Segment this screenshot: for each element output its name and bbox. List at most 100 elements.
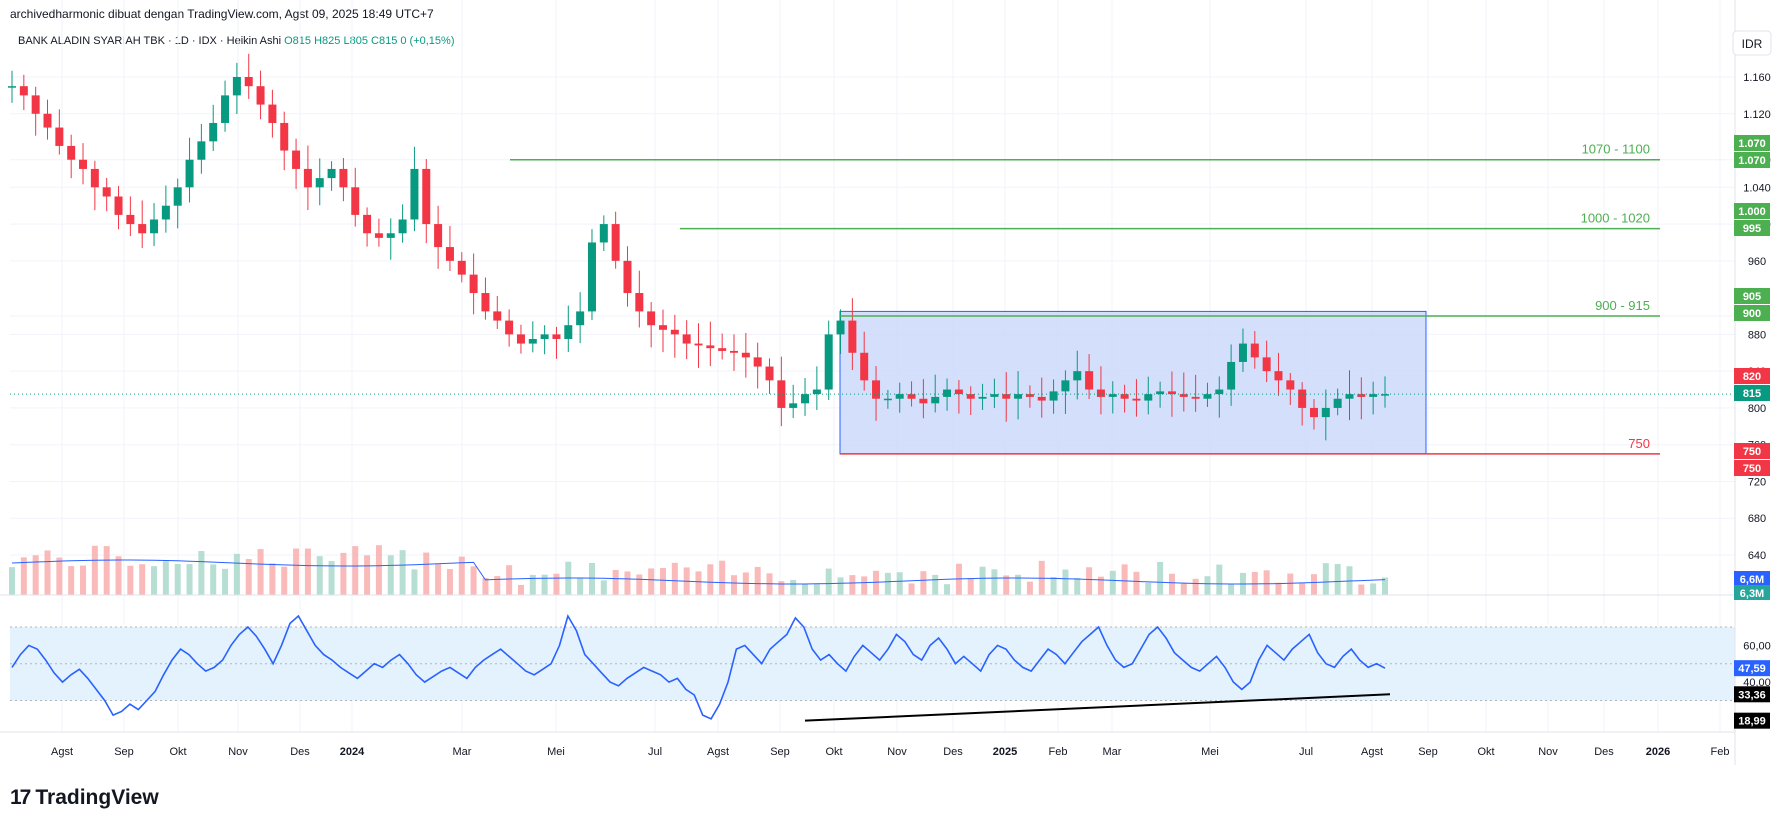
currency-button[interactable]: IDR (1732, 30, 1772, 56)
time-axis-label: Okt (1477, 746, 1494, 758)
volume-bar (151, 566, 158, 595)
candle-body (978, 396, 987, 399)
volume-bar (1216, 564, 1223, 595)
volume-bar (411, 569, 418, 595)
price-tag: 1.070 (1734, 152, 1770, 168)
volume-tag-text: 6,6M (1740, 574, 1764, 586)
candle-body (1274, 371, 1283, 381)
rsi-axis-label: 60,00 (1743, 640, 1771, 652)
volume-bar (695, 571, 702, 595)
price-tag: 750 (1734, 443, 1770, 459)
volume-bar (778, 581, 785, 595)
candle-body (8, 86, 16, 88)
volume-bar (861, 576, 868, 595)
price-axis-label: 680 (1748, 513, 1766, 525)
time-axis-label: Agst (707, 746, 729, 758)
rsi-pane (10, 613, 1735, 722)
candle-body (1002, 394, 1011, 399)
candle-body (55, 127, 64, 146)
volume-bar (186, 564, 193, 595)
volume-bar (932, 574, 939, 595)
level-label: 900 - 915 (1595, 298, 1650, 313)
candle-body (694, 343, 703, 346)
level-label: 1070 - 1100 (1582, 142, 1650, 157)
candle-body (623, 260, 632, 294)
price-tag: 900 (1734, 305, 1770, 321)
time-axis: Agst Sep Okt Nov Des 2024 Mar Mei Jul Agst Sep Okt N… (51, 746, 1729, 758)
tradingview-brand: TradingView (35, 786, 159, 809)
time-axis-label: Sep (114, 746, 134, 758)
volume-bar (233, 553, 240, 595)
candle-body (505, 320, 514, 335)
candle-body (1333, 398, 1342, 408)
volume-bar (423, 552, 430, 595)
volume-bar (399, 550, 406, 595)
volume-bar (612, 569, 619, 595)
price-tag-text: 815 (1743, 388, 1761, 400)
volume-bar (115, 556, 122, 595)
candle-body (114, 196, 123, 215)
candle-body (1096, 389, 1105, 397)
candle-body (1085, 371, 1094, 390)
price-tag-text: 820 (1743, 371, 1761, 383)
time-axis-label: Mei (1201, 746, 1219, 758)
candle-body (126, 214, 135, 225)
candle-body (1049, 391, 1058, 401)
candle-body (221, 95, 230, 123)
candle-body (244, 77, 253, 87)
volume-bar (659, 568, 666, 595)
volume-bar (506, 565, 513, 595)
candle-body (954, 389, 963, 395)
candle-body (670, 329, 679, 335)
candle-body (943, 389, 952, 397)
volume-bar (103, 546, 110, 595)
candle-body (1203, 394, 1212, 399)
volume-bar (1287, 573, 1294, 595)
volume-bar (210, 564, 217, 595)
volume-bar (553, 573, 560, 595)
time-axis-label: Okt (169, 746, 186, 758)
level-label: 750 (1628, 436, 1650, 451)
candle-body (31, 95, 40, 114)
candle-body (860, 352, 869, 381)
volume-bar (754, 566, 761, 595)
time-axis-label: Des (1594, 746, 1614, 758)
candle-body (19, 86, 28, 96)
candle-body (185, 159, 194, 188)
volume-bar (340, 552, 347, 595)
tradingview-mark-icon: 17 (10, 786, 31, 809)
volume-histogram (9, 545, 1388, 595)
volume-bar (1180, 582, 1187, 595)
candle-body (339, 168, 348, 188)
candle-body (836, 320, 845, 335)
candle-body (256, 86, 265, 105)
candle-body (931, 396, 940, 404)
candle-body (493, 311, 502, 321)
volume-bar (790, 579, 797, 595)
candle-body (292, 150, 301, 169)
time-axis-label: Des (943, 746, 963, 758)
tradingview-logo[interactable]: 17 TradingView (10, 786, 159, 810)
candle-body (422, 168, 431, 225)
price-tag-text: 1.000 (1738, 206, 1766, 218)
candle-body (564, 325, 573, 339)
price-tag-text: 900 (1743, 308, 1761, 320)
time-axis-label: Sep (770, 746, 790, 758)
candle-body (1227, 361, 1236, 390)
price-tag-text: 1.070 (1738, 155, 1766, 167)
candle-body (363, 214, 372, 234)
volume-bar (1358, 584, 1365, 595)
candle-body (481, 293, 490, 312)
time-axis-label: Mei (547, 746, 565, 758)
chart-canvas[interactable]: 1070 - 1100 1000 - 1020 900 - 915 750 1.160… (0, 0, 1791, 780)
volume-bar (32, 555, 39, 595)
candle-body (812, 389, 821, 395)
candle-body (161, 205, 170, 220)
volume-bar (1074, 578, 1081, 595)
price-tag-text: 750 (1743, 463, 1761, 475)
volume-bar (9, 567, 15, 595)
volume-bar (707, 564, 714, 595)
candle-body (540, 334, 549, 339)
price-axis-label: 880 (1748, 329, 1766, 341)
candle-body (1120, 394, 1129, 399)
